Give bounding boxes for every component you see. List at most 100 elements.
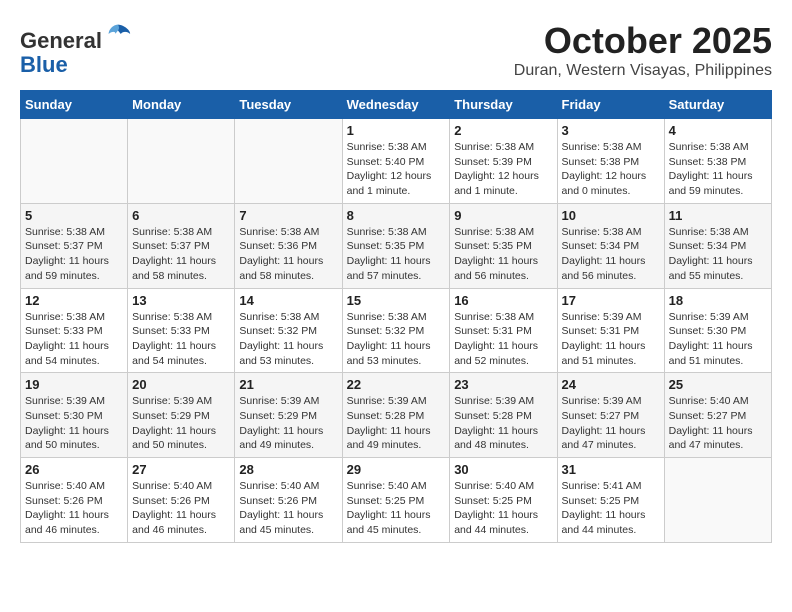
- day-info: Sunrise: 5:38 AMSunset: 5:38 PMDaylight:…: [669, 140, 767, 199]
- calendar-cell: [235, 119, 342, 204]
- day-info: Sunrise: 5:38 AMSunset: 5:32 PMDaylight:…: [347, 310, 446, 369]
- day-info: Sunrise: 5:41 AMSunset: 5:25 PMDaylight:…: [562, 479, 660, 538]
- title-block: October 2025 Duran, Western Visayas, Phi…: [514, 20, 772, 80]
- day-info: Sunrise: 5:38 AMSunset: 5:31 PMDaylight:…: [454, 310, 552, 369]
- day-info: Sunrise: 5:39 AMSunset: 5:28 PMDaylight:…: [454, 394, 552, 453]
- calendar-week-row: 26 Sunrise: 5:40 AMSunset: 5:26 PMDayligh…: [21, 458, 772, 543]
- calendar-week-row: 5Sunrise: 5:38 AMSunset: 5:37 PMDaylight…: [21, 203, 772, 288]
- calendar-cell: 8 Sunrise: 5:38 AMSunset: 5:35 PMDaylight…: [342, 203, 450, 288]
- day-number: 21: [239, 377, 337, 392]
- calendar-cell: 10Sunrise: 5:38 AMSunset: 5:34 PMDayligh…: [557, 203, 664, 288]
- calendar-cell: 9 Sunrise: 5:38 AMSunset: 5:35 PMDaylight…: [450, 203, 557, 288]
- calendar-cell: 31 Sunrise: 5:41 AMSunset: 5:25 PMDayligh…: [557, 458, 664, 543]
- calendar-cell: 2Sunrise: 5:38 AMSunset: 5:39 PMDaylight…: [450, 119, 557, 204]
- day-number: 7: [239, 208, 337, 223]
- location-title: Duran, Western Visayas, Philippines: [514, 62, 772, 80]
- day-info: Sunrise: 5:39 AMSunset: 5:29 PMDaylight:…: [132, 394, 230, 453]
- calendar-cell: 24Sunrise: 5:39 AMSunset: 5:27 PMDayligh…: [557, 373, 664, 458]
- calendar-week-row: 1 Sunrise: 5:38 AMSunset: 5:40 PMDaylight…: [21, 119, 772, 204]
- day-number: 20: [132, 377, 230, 392]
- calendar-cell: 1 Sunrise: 5:38 AMSunset: 5:40 PMDaylight…: [342, 119, 450, 204]
- day-number: 18: [669, 293, 767, 308]
- day-number: 8: [347, 208, 446, 223]
- calendar-cell: 4 Sunrise: 5:38 AMSunset: 5:38 PMDaylight…: [664, 119, 771, 204]
- day-info: Sunrise: 5:38 AMSunset: 5:39 PMDaylight:…: [454, 140, 552, 199]
- day-info: Sunrise: 5:38 AMSunset: 5:37 PMDaylight:…: [25, 225, 123, 284]
- day-number: 23: [454, 377, 552, 392]
- day-number: 9: [454, 208, 552, 223]
- day-info: Sunrise: 5:39 AMSunset: 5:31 PMDaylight:…: [562, 310, 660, 369]
- day-info: Sunrise: 5:38 AMSunset: 5:35 PMDaylight:…: [347, 225, 446, 284]
- month-title: October 2025: [514, 20, 772, 62]
- day-number: 29: [347, 462, 446, 477]
- day-number: 11: [669, 208, 767, 223]
- logo: General Blue: [20, 20, 132, 77]
- day-info: Sunrise: 5:39 AMSunset: 5:28 PMDaylight:…: [347, 394, 446, 453]
- weekday-header-sunday: Sunday: [21, 91, 128, 119]
- day-number: 31: [562, 462, 660, 477]
- logo-bird-icon: [104, 20, 132, 48]
- day-info: Sunrise: 5:40 AMSunset: 5:26 PMDaylight:…: [132, 479, 230, 538]
- calendar-cell: 20 Sunrise: 5:39 AMSunset: 5:29 PMDayligh…: [128, 373, 235, 458]
- calendar-cell: [128, 119, 235, 204]
- day-number: 1: [347, 123, 446, 138]
- day-number: 19: [25, 377, 123, 392]
- day-number: 10: [562, 208, 660, 223]
- day-number: 12: [25, 293, 123, 308]
- calendar-cell: 23 Sunrise: 5:39 AMSunset: 5:28 PMDayligh…: [450, 373, 557, 458]
- day-number: 17: [562, 293, 660, 308]
- day-info: Sunrise: 5:38 AMSunset: 5:37 PMDaylight:…: [132, 225, 230, 284]
- day-number: 26: [25, 462, 123, 477]
- calendar-cell: 12 Sunrise: 5:38 AMSunset: 5:33 PMDayligh…: [21, 288, 128, 373]
- weekday-header-tuesday: Tuesday: [235, 91, 342, 119]
- day-info: Sunrise: 5:38 AMSunset: 5:38 PMDaylight:…: [562, 140, 660, 199]
- calendar-table: SundayMondayTuesdayWednesdayThursdayFrid…: [20, 90, 772, 543]
- calendar-cell: 17 Sunrise: 5:39 AMSunset: 5:31 PMDayligh…: [557, 288, 664, 373]
- calendar-cell: 15Sunrise: 5:38 AMSunset: 5:32 PMDayligh…: [342, 288, 450, 373]
- day-info: Sunrise: 5:39 AMSunset: 5:30 PMDaylight:…: [669, 310, 767, 369]
- weekday-header-thursday: Thursday: [450, 91, 557, 119]
- day-info: Sunrise: 5:40 AMSunset: 5:27 PMDaylight:…: [669, 394, 767, 453]
- weekday-header-monday: Monday: [128, 91, 235, 119]
- calendar-week-row: 12 Sunrise: 5:38 AMSunset: 5:33 PMDayligh…: [21, 288, 772, 373]
- day-info: Sunrise: 5:38 AMSunset: 5:32 PMDaylight:…: [239, 310, 337, 369]
- weekday-header-saturday: Saturday: [664, 91, 771, 119]
- calendar-cell: 28 Sunrise: 5:40 AMSunset: 5:26 PMDayligh…: [235, 458, 342, 543]
- calendar-cell: 13Sunrise: 5:38 AMSunset: 5:33 PMDayligh…: [128, 288, 235, 373]
- day-info: Sunrise: 5:38 AMSunset: 5:34 PMDaylight:…: [669, 225, 767, 284]
- day-info: Sunrise: 5:40 AMSunset: 5:25 PMDaylight:…: [454, 479, 552, 538]
- day-number: 28: [239, 462, 337, 477]
- calendar-cell: 11 Sunrise: 5:38 AMSunset: 5:34 PMDayligh…: [664, 203, 771, 288]
- day-info: Sunrise: 5:38 AMSunset: 5:35 PMDaylight:…: [454, 225, 552, 284]
- day-number: 27: [132, 462, 230, 477]
- calendar-cell: 18 Sunrise: 5:39 AMSunset: 5:30 PMDayligh…: [664, 288, 771, 373]
- day-info: Sunrise: 5:38 AMSunset: 5:36 PMDaylight:…: [239, 225, 337, 284]
- calendar-cell: 6 Sunrise: 5:38 AMSunset: 5:37 PMDaylight…: [128, 203, 235, 288]
- day-number: 30: [454, 462, 552, 477]
- calendar-cell: 29Sunrise: 5:40 AMSunset: 5:25 PMDayligh…: [342, 458, 450, 543]
- day-number: 22: [347, 377, 446, 392]
- calendar-cell: 19 Sunrise: 5:39 AMSunset: 5:30 PMDayligh…: [21, 373, 128, 458]
- weekday-header-row: SundayMondayTuesdayWednesdayThursdayFrid…: [21, 91, 772, 119]
- day-info: Sunrise: 5:39 AMSunset: 5:30 PMDaylight:…: [25, 394, 123, 453]
- day-info: Sunrise: 5:38 AMSunset: 5:40 PMDaylight:…: [347, 140, 446, 199]
- day-number: 4: [669, 123, 767, 138]
- day-number: 25: [669, 377, 767, 392]
- page-header: General Blue October 2025 Duran, Western…: [20, 20, 772, 80]
- calendar-cell: 14Sunrise: 5:38 AMSunset: 5:32 PMDayligh…: [235, 288, 342, 373]
- day-info: Sunrise: 5:40 AMSunset: 5:26 PMDaylight:…: [25, 479, 123, 538]
- calendar-cell: 3 Sunrise: 5:38 AMSunset: 5:38 PMDaylight…: [557, 119, 664, 204]
- weekday-header-friday: Friday: [557, 91, 664, 119]
- calendar-week-row: 19 Sunrise: 5:39 AMSunset: 5:30 PMDayligh…: [21, 373, 772, 458]
- day-number: 24: [562, 377, 660, 392]
- calendar-cell: 22 Sunrise: 5:39 AMSunset: 5:28 PMDayligh…: [342, 373, 450, 458]
- day-info: Sunrise: 5:38 AMSunset: 5:33 PMDaylight:…: [25, 310, 123, 369]
- day-number: 16: [454, 293, 552, 308]
- calendar-cell: 30 Sunrise: 5:40 AMSunset: 5:25 PMDayligh…: [450, 458, 557, 543]
- day-number: 6: [132, 208, 230, 223]
- day-number: 3: [562, 123, 660, 138]
- logo-blue-text: Blue: [20, 53, 132, 77]
- day-info: Sunrise: 5:38 AMSunset: 5:33 PMDaylight:…: [132, 310, 230, 369]
- day-info: Sunrise: 5:40 AMSunset: 5:26 PMDaylight:…: [239, 479, 337, 538]
- calendar-cell: 7 Sunrise: 5:38 AMSunset: 5:36 PMDaylight…: [235, 203, 342, 288]
